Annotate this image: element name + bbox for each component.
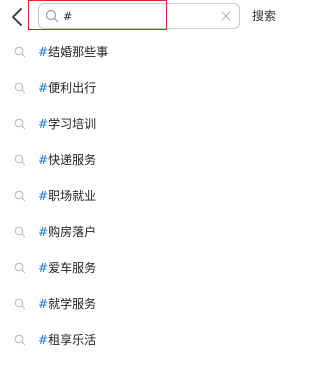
hashtag-symbol: # [38,117,49,131]
list-item-label: #职场就业 [38,188,96,204]
hashtag-symbol: # [38,45,49,59]
list-item-text: 爱车服务 [48,261,97,275]
list-item[interactable]: #学习培训 [0,108,289,142]
search-icon [14,46,26,58]
list-item[interactable]: #租享乐活 [0,324,289,358]
list-item-label: #爱车服务 [38,260,96,276]
list-item-text: 结婚那些事 [48,45,109,59]
list-item-text: 购房落户 [48,225,97,239]
back-button[interactable] [6,4,28,30]
hashtag-symbol: # [38,261,49,275]
list-item[interactable]: #购房落户 [0,216,289,250]
list-item-label: #租享乐活 [38,332,96,348]
search-icon [14,334,26,346]
search-icon [14,82,26,94]
search-icon [45,9,59,23]
hashtag-symbol: # [38,153,49,167]
list-item[interactable]: #爱车服务 [0,252,289,286]
list-item-label: #快递服务 [38,152,96,168]
list-item[interactable]: #就学服务 [0,288,289,322]
list-item[interactable]: #快递服务 [0,144,289,178]
list-item[interactable]: #便利出行 [0,72,289,106]
list-item-text: 职场就业 [48,189,97,203]
search-icon [14,262,26,274]
search-icon [14,118,26,130]
search-icon [14,154,26,166]
list-item-label: #结婚那些事 [38,44,108,60]
hashtag-symbol: # [38,189,49,203]
search-icon [14,298,26,310]
search-header: 搜索 [0,0,289,36]
search-box[interactable] [38,3,240,29]
hashtag-symbol: # [38,297,49,311]
search-icon [14,190,26,202]
hashtag-symbol: # [38,225,49,239]
chevron-left-icon [12,8,22,26]
hashtag-symbol: # [38,333,49,347]
list-item-text: 就学服务 [48,297,97,311]
list-item-text: 便利出行 [48,81,97,95]
list-item[interactable]: #结婚那些事 [0,36,289,70]
list-item-label: #就学服务 [38,296,96,312]
list-item-label: #购房落户 [38,224,96,240]
hashtag-symbol: # [38,81,49,95]
list-item-text: 学习培训 [48,117,97,131]
search-icon [14,226,26,238]
list-item-label: #便利出行 [38,80,96,96]
list-item[interactable]: #职场就业 [0,180,289,214]
list-item-text: 快递服务 [48,153,97,167]
close-icon[interactable] [220,10,232,22]
list-item-label: #学习培训 [38,116,96,132]
search-submit-button[interactable]: 搜索 [252,6,276,26]
list-item-text: 租享乐活 [48,333,97,347]
search-input[interactable] [63,6,213,26]
